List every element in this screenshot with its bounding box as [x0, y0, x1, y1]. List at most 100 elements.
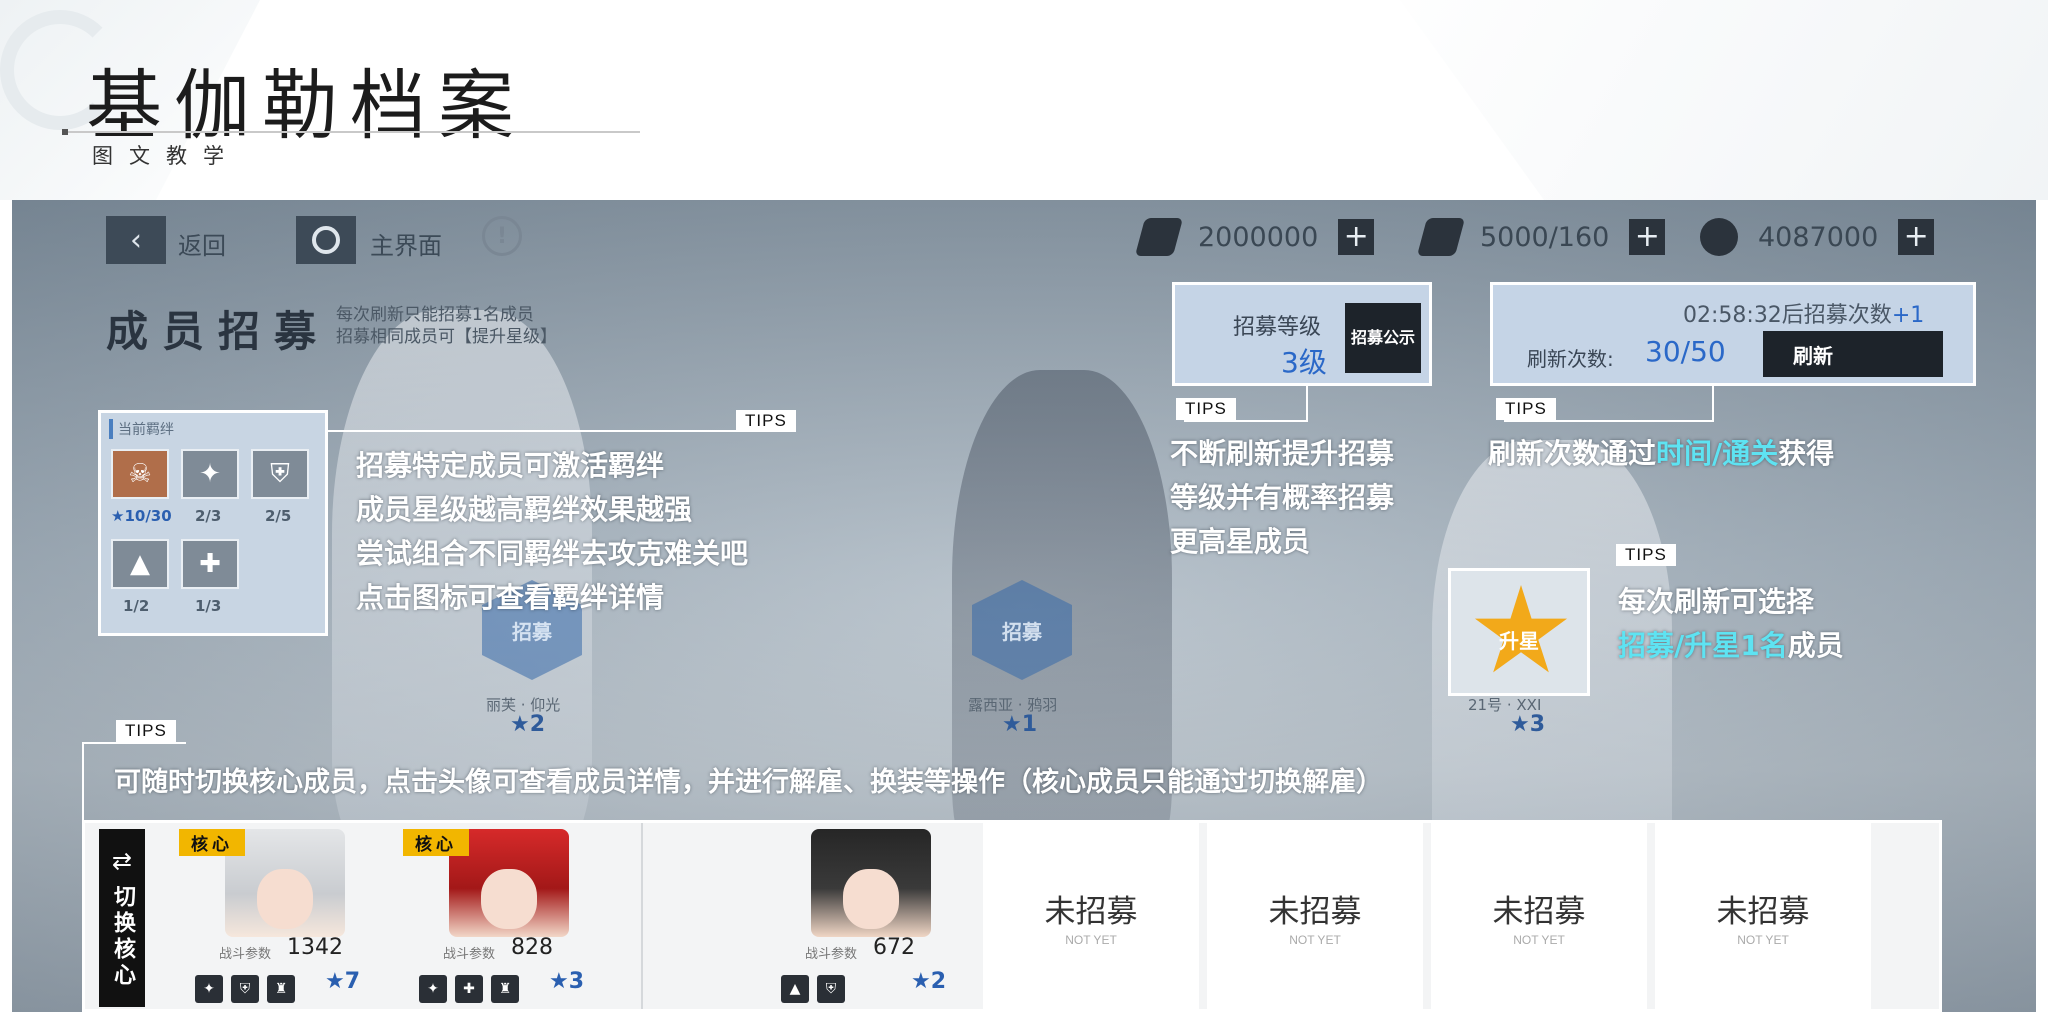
empty-slot-sub: NOT YET: [1065, 932, 1117, 947]
shield-icon: ⛨: [231, 975, 259, 1003]
cross-icon: ✚: [455, 975, 483, 1003]
candidate-stars: ★1: [1002, 712, 1038, 737]
empty-slot[interactable]: 未招募 NOT YET: [1431, 823, 1647, 1009]
resource-value: 5000/160: [1480, 221, 1610, 253]
tips-tag: TIPS: [1496, 398, 1556, 420]
recruit-level-value: 3级: [1281, 346, 1327, 379]
add-resource-button[interactable]: +: [1898, 219, 1935, 255]
page-title: 基伽勒档案: [86, 61, 526, 150]
bond-count: 1/2: [123, 597, 150, 615]
back-label: 返回: [178, 232, 226, 260]
tip-line: 招募特定成员可激活羁绊: [356, 449, 665, 482]
page-subtitle: 图文教学: [92, 144, 240, 168]
bond-panel[interactable]: 当前羁绊 ☠ ✦ ⛨ ★10/30 2/3 2/5 ▲ ✚ 1/2 1/3: [98, 410, 328, 636]
wings-icon: ✦: [195, 975, 223, 1003]
empty-slot-sub: NOT YET: [1289, 932, 1341, 947]
combat-power-value: 1342: [287, 935, 343, 960]
bullet-icon: [1416, 218, 1466, 256]
core-badge: 核心: [403, 829, 469, 856]
tip-line: 招募/升星1名成员: [1618, 624, 1844, 668]
member-stars: ★3: [549, 969, 585, 994]
empty-slot[interactable]: 未招募 NOT YET: [983, 823, 1199, 1009]
tip-bottom-text: 可随时切换核心成员，点击头像可查看成员详情，并进行解雇、换装等操作（核心成员只能…: [114, 767, 1383, 798]
home-circle-icon: [312, 226, 340, 254]
candidate-stars: ★2: [510, 712, 546, 737]
resource-bullet: 5000/160 +: [1416, 218, 1666, 256]
hat-icon: ♜: [267, 975, 295, 1003]
title-underline: [64, 131, 640, 133]
recruit-desc-line: 招募相同成员可【提升星级】: [336, 327, 557, 347]
recruit-notice-button[interactable]: 招募公示: [1345, 303, 1421, 373]
empty-slot[interactable]: 未招募 NOT YET: [1655, 823, 1871, 1009]
tip-line: 尝试组合不同羁绊去攻克难关吧: [356, 537, 749, 570]
bond-count: 2/5: [265, 507, 292, 525]
recruit-title: 成员招募: [106, 307, 331, 356]
add-resource-button[interactable]: +: [1629, 219, 1666, 255]
resource-value: 4087000: [1758, 221, 1879, 253]
refresh-count-value: 30/50: [1645, 335, 1726, 368]
tip-connector: [1306, 386, 1308, 422]
empty-slot-label: 未招募: [1268, 893, 1362, 930]
empty-slot-sub: NOT YET: [1737, 932, 1789, 947]
info-icon[interactable]: !: [482, 216, 522, 256]
tip-connector: [82, 744, 84, 822]
add-resource-button[interactable]: +: [1338, 219, 1375, 255]
combat-power-label: 战斗参数: [443, 947, 496, 962]
bond-count: 1/3: [195, 597, 222, 615]
bond-header: 当前羁绊: [109, 419, 174, 439]
switch-core-button[interactable]: ⇄ 切换核心: [99, 829, 145, 1007]
top-bar: ‹ 返回 主界面 ! 2000000 + 5000/160 + 4087000 …: [12, 200, 2036, 280]
wings-icon[interactable]: ✦: [181, 449, 239, 499]
tip-line: 等级并有概率招募: [1170, 481, 1395, 514]
member-stars: ★2: [911, 969, 947, 994]
combat-power-label: 战斗参数: [805, 947, 858, 962]
bond-count: 2/3: [195, 507, 222, 525]
recruit-description: 每次刷新只能招募1名成员 招募相同成员可【提升星级】: [336, 304, 557, 348]
skull-icon[interactable]: ☠: [111, 449, 169, 499]
member-card[interactable]: 核心 战斗参数 1342 ✦ ⛨ ♜ ★7: [175, 823, 385, 1009]
chevron-left-icon: ‹: [130, 222, 142, 258]
back-button[interactable]: ‹: [106, 216, 166, 264]
core-divider: [641, 823, 643, 1009]
avatar-face: [257, 869, 313, 929]
tip-refresh-pre: 刷新次数通过: [1488, 437, 1657, 470]
tips-tag: TIPS: [116, 720, 176, 742]
home-button[interactable]: [296, 216, 356, 264]
resource-coin: 4087000 +: [1700, 218, 1935, 256]
member-card[interactable]: 战斗参数 672 ▲ ⛨ ★2: [761, 823, 971, 1009]
empty-slot-label: 未招募: [1716, 893, 1810, 930]
tip-line: 更高星成员: [1170, 525, 1311, 558]
home-label: 主界面: [370, 232, 442, 260]
refresh-timer-plus: +1: [1891, 303, 1925, 328]
empty-slot-sub: NOT YET: [1513, 932, 1565, 947]
tip-refresh-text: 刷新次数通过时间/通关获得: [1488, 432, 1834, 476]
refresh-panel: 02:58:32后招募次数+1 刷新次数: 30/50 刷新: [1490, 282, 1976, 386]
tip-star-text: 每次刷新可选择 招募/升星1名成员: [1618, 580, 1844, 668]
shield-icon[interactable]: ⛨: [251, 449, 309, 499]
member-bar: ⇄ 切换核心 核心 战斗参数 1342 ✦ ⛨ ♜ ★7 核心 战斗参数 828…: [82, 820, 1942, 1012]
avatar-face: [843, 869, 899, 929]
tip-connector: [1504, 420, 1714, 422]
mountain-icon[interactable]: ▲: [111, 539, 169, 589]
tip-star-highlight: 招募/升星1名: [1618, 629, 1788, 662]
refresh-timer-text: 02:58:32后招募次数: [1683, 303, 1892, 328]
member-card[interactable]: 核心 战斗参数 828 ✦ ✚ ♜ ★3: [399, 823, 609, 1009]
mountain-icon: ▲: [781, 975, 809, 1003]
upgrade-star-box[interactable]: 升星: [1448, 568, 1590, 696]
tip-connector: [1184, 420, 1308, 422]
avatar-face: [481, 869, 537, 929]
combat-power-value: 828: [511, 935, 553, 960]
tip-connector: [82, 742, 186, 744]
hat-icon: ♜: [491, 975, 519, 1003]
game-screenshot: ‹ 返回 主界面 ! 2000000 + 5000/160 + 4087000 …: [12, 200, 2036, 1012]
tip-level-text: 不断刷新提升招募 等级并有概率招募 更高星成员: [1170, 432, 1394, 564]
avatar[interactable]: [811, 829, 931, 937]
refresh-button[interactable]: 刷新: [1763, 331, 1943, 377]
refresh-timer: 02:58:32后招募次数+1: [1683, 297, 1924, 329]
empty-slot[interactable]: 未招募 NOT YET: [1207, 823, 1423, 1009]
refresh-count-label: 刷新次数:: [1527, 347, 1614, 371]
tip-connector: [1712, 386, 1714, 422]
cross-icon[interactable]: ✚: [181, 539, 239, 589]
swap-arrows-icon: ⇄: [111, 847, 133, 875]
tip-line: 每次刷新可选择: [1618, 585, 1815, 618]
